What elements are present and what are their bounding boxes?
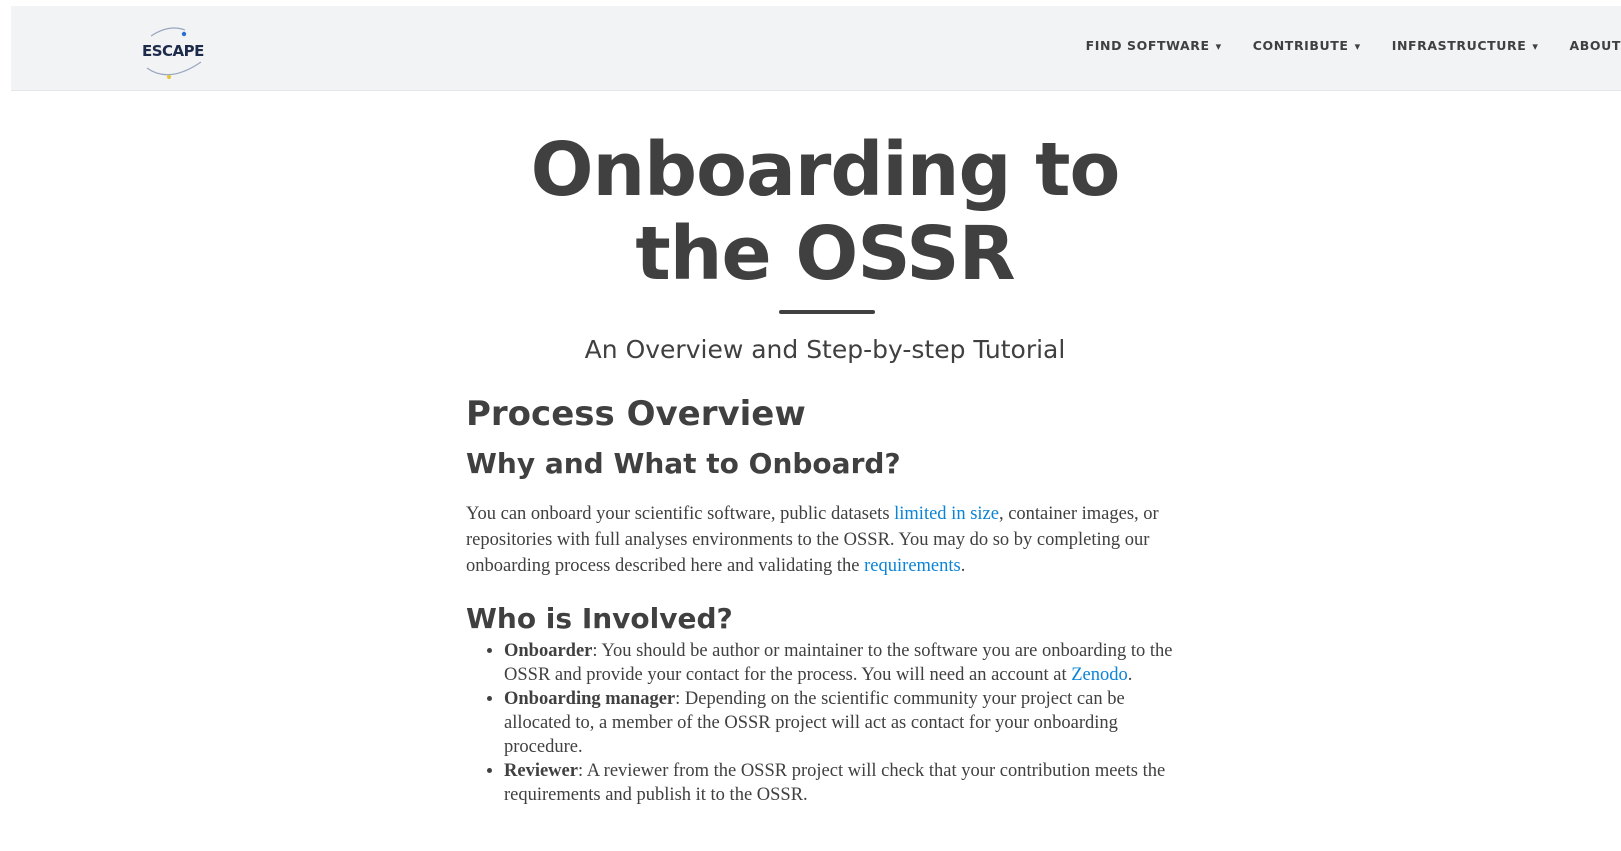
caret-down-icon: ▾	[1215, 40, 1222, 53]
main-content: Process Overview Why and What to Onboard…	[466, 392, 1196, 807]
page-title-line2: the OSSR	[635, 211, 1015, 297]
why-text-3: .	[960, 556, 966, 576]
navbar: ESCAPE FIND SOFTWARE ▾ CONTRIBUTE ▾ INFRAS…	[11, 6, 1621, 91]
why-paragraph: You can onboard your scientific software…	[466, 501, 1196, 579]
caret-down-icon: ▾	[1532, 40, 1539, 53]
nav-find-software[interactable]: FIND SOFTWARE ▾	[1086, 38, 1222, 53]
nav-infrastructure-label: INFRASTRUCTURE	[1391, 38, 1527, 53]
nav-links: FIND SOFTWARE ▾ CONTRIBUTE ▾ INFRASTRUCTUR…	[1055, 38, 1621, 53]
nav-about[interactable]: ABOUT	[1569, 38, 1621, 53]
list-item: Onboarder: You should be author or maint…	[504, 639, 1196, 687]
section-heading-who: Who is Involved?	[466, 602, 733, 635]
escape-logo[interactable]: ESCAPE	[139, 22, 209, 82]
page-title-line1: Onboarding to	[530, 127, 1121, 213]
nav-infrastructure[interactable]: INFRASTRUCTURE ▾	[1392, 38, 1539, 53]
page-subtitle: An Overview and Step-by-step Tutorial	[584, 335, 1066, 364]
nav-find-software-label: FIND SOFTWARE	[1085, 38, 1210, 53]
requirements-link[interactable]: requirements	[864, 556, 961, 576]
role-term: Onboarding manager	[504, 689, 676, 709]
list-item: Reviewer: A reviewer from the OSSR proje…	[504, 759, 1196, 807]
nav-about-label: ABOUT	[1569, 38, 1621, 53]
role-description: : A reviewer from the OSSR project will …	[504, 761, 1166, 805]
title-divider	[779, 310, 875, 314]
zenodo-link[interactable]: Zenodo	[1071, 665, 1128, 685]
section-heading-why: Why and What to Onboard?	[466, 447, 901, 480]
section-heading-process-overview: Process Overview	[466, 394, 806, 434]
logo-text: ESCAPE	[142, 42, 204, 60]
limited-in-size-link[interactable]: limited in size	[894, 504, 999, 524]
nav-contribute-label: CONTRIBUTE	[1252, 38, 1349, 53]
role-description-end: .	[1127, 665, 1133, 685]
page-title: Onboarding to the OSSR	[460, 128, 1190, 296]
role-term: Reviewer	[504, 761, 578, 781]
roles-list: Onboarder: You should be author or maint…	[466, 639, 1196, 807]
nav-contribute[interactable]: CONTRIBUTE ▾	[1253, 38, 1361, 53]
list-item: Onboarding manager: Depending on the sci…	[504, 687, 1196, 759]
why-text-1: You can onboard your scientific software…	[466, 504, 895, 524]
caret-down-icon: ▾	[1354, 40, 1361, 53]
role-term: Onboarder	[504, 641, 593, 661]
